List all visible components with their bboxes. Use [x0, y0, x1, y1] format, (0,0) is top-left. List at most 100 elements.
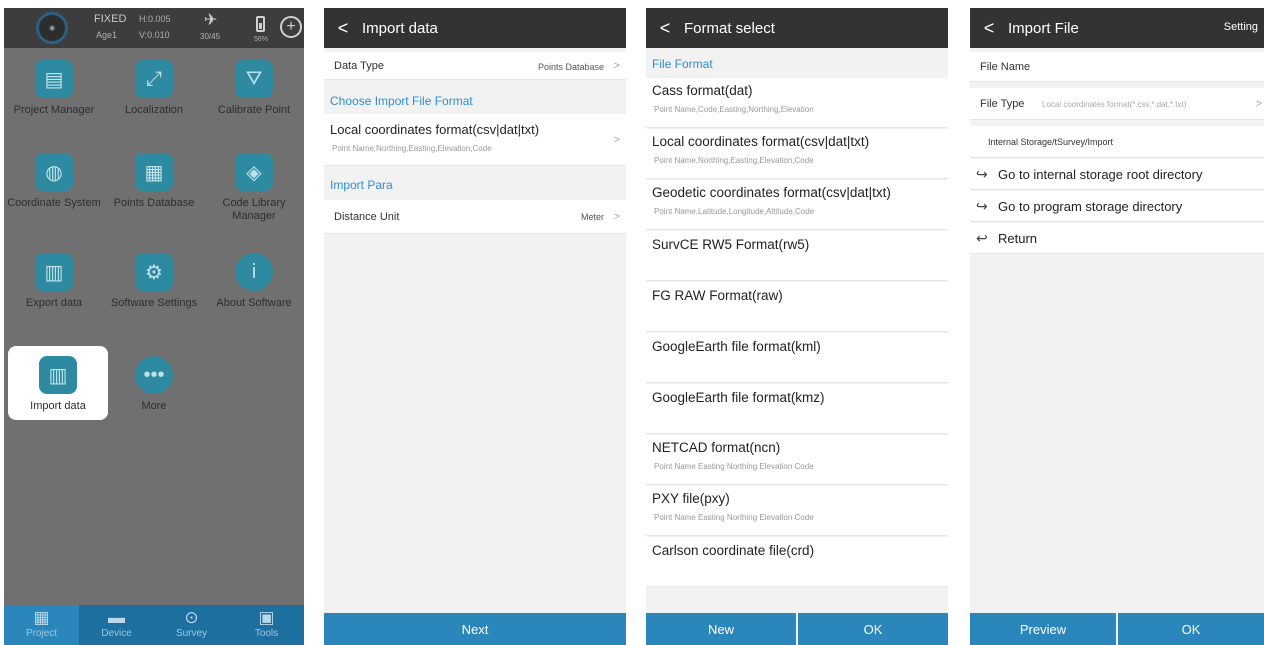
database-search-icon: ▦: [135, 153, 173, 191]
info-icon: i: [235, 253, 273, 291]
tile-localization[interactable]: ⤢ Localization: [104, 60, 204, 117]
format-item[interactable]: GoogleEarth file format(kml): [646, 333, 948, 383]
nav-tools[interactable]: ▣ Tools: [229, 605, 304, 645]
nav-device[interactable]: ▬ Device: [79, 605, 154, 645]
distance-unit-row[interactable]: Distance Unit Meter >: [324, 200, 626, 234]
tile-export-data[interactable]: ▥ Export data: [4, 253, 104, 310]
format-section-header: Choose Import File Format: [330, 94, 473, 108]
receiver-icon: ▬: [108, 608, 125, 627]
new-button[interactable]: New: [646, 613, 796, 645]
settings-button[interactable]: Setting: [1224, 21, 1258, 33]
format-item[interactable]: FG RAW Format(raw): [646, 282, 948, 332]
nav-survey[interactable]: ⊙ Survey: [154, 605, 229, 645]
ok-button[interactable]: OK: [1118, 613, 1264, 645]
data-type-row[interactable]: Data Type Points Database >: [324, 52, 626, 80]
format-item[interactable]: GoogleEarth file format(kmz): [646, 384, 948, 434]
tile-coordinate-system[interactable]: ◍ Coordinate System: [4, 153, 104, 210]
tile-project-manager[interactable]: ▤ Project Manager: [4, 60, 104, 117]
import-chart-icon: ▥: [39, 356, 77, 394]
format-item[interactable]: NETCAD format(ncn) Point Name Easting No…: [646, 435, 948, 485]
format-select-screen: < Format select File Format Cass format(…: [646, 8, 948, 645]
back-icon[interactable]: <: [646, 18, 684, 39]
format-item[interactable]: Geodetic coordinates format(csv|dat|txt)…: [646, 180, 948, 230]
format-item-sub: Point Name Easting Northing Elevation Co…: [654, 462, 814, 471]
page-title: Import data: [362, 19, 438, 37]
tripod-icon: ⛛: [235, 60, 273, 98]
tile-more[interactable]: ••• More: [104, 356, 204, 413]
data-type-label: Data Type: [334, 60, 384, 72]
nav-row-label: Go to internal storage root directory: [998, 166, 1203, 182]
format-item-title: FG RAW Format(raw): [652, 288, 783, 303]
chevron-right-icon: >: [613, 134, 620, 146]
format-item[interactable]: Local coordinates format(csv|dat|txt) Po…: [646, 129, 948, 179]
satellite-icon[interactable]: ✈: [204, 10, 217, 30]
format-item-title: Carlson coordinate file(crd): [652, 543, 815, 558]
chevron-right-icon: >: [613, 211, 620, 223]
tile-software-settings[interactable]: ⚙ Software Settings: [104, 253, 204, 310]
back-icon[interactable]: <: [970, 18, 1008, 39]
button-bar: Next: [324, 613, 626, 645]
format-item[interactable]: PXY file(pxy) Point Name Easting Northin…: [646, 486, 948, 536]
ok-button[interactable]: OK: [798, 613, 948, 645]
file-type-row[interactable]: File Type Local coordinates format(*.csv…: [970, 88, 1264, 120]
tile-label: About Software: [216, 297, 292, 309]
chevron-right-icon: >: [613, 60, 620, 72]
button-bar: New OK: [646, 613, 948, 645]
battery-icon: [256, 16, 265, 32]
distance-unit-label: Distance Unit: [334, 211, 400, 223]
return-row[interactable]: ↩ Return: [970, 223, 1264, 254]
nav-project[interactable]: ▦ Project: [4, 605, 79, 645]
format-item[interactable]: Cass format(dat) Point Name,Code,Easting…: [646, 78, 948, 128]
format-item-title: Local coordinates format(csv|dat|txt): [652, 134, 870, 149]
fix-status: FIXED: [94, 13, 127, 25]
add-icon[interactable]: +: [280, 16, 302, 38]
format-item[interactable]: SurvCE RW5 Format(rw5): [646, 231, 948, 281]
chevron-right-icon: >: [1255, 98, 1262, 110]
title-bar: < Import data: [324, 8, 626, 48]
go-internal-root-row[interactable]: ↪ Go to internal storage root directory: [970, 159, 1264, 190]
next-button[interactable]: Next: [324, 613, 626, 645]
format-item[interactable]: Carlson coordinate file(crd): [646, 537, 948, 587]
path-row: Internal Storage/tSurvey/Import: [970, 126, 1264, 158]
format-item-title: PXY file(pxy): [652, 491, 730, 506]
file-type-label: File Type: [980, 98, 1025, 110]
tile-points-database[interactable]: ▦ Points Database: [104, 153, 204, 210]
file-format-header: File Format: [652, 57, 713, 71]
return-icon: ↩: [976, 229, 988, 246]
format-item-title: Geodetic coordinates format(csv|dat|txt): [652, 185, 891, 200]
format-item-sub: Point Name,Latitude,Longitude,Altitude,C…: [654, 207, 815, 216]
globe-icon: ◍: [35, 153, 73, 191]
preview-button[interactable]: Preview: [970, 613, 1116, 645]
tile-code-library-manager[interactable]: ◈ Code Library Manager: [204, 153, 304, 223]
format-item-title: GoogleEarth file format(kmz): [652, 390, 825, 405]
tile-label: Code Library Manager: [222, 197, 286, 222]
file-type-value: Local coordinates format(*.csv,*.dat,*.t…: [1042, 100, 1187, 109]
import-file-screen: < Import File Setting File Name File Typ…: [970, 8, 1264, 645]
gears-icon: ⚙: [135, 253, 173, 291]
format-item-sub: Point Name Easting Northing Elevation Co…: [654, 513, 814, 522]
nav-label: Project: [25, 628, 58, 639]
button-bar: Preview OK: [970, 613, 1264, 645]
page-title: Format select: [684, 19, 775, 37]
tile-label: Software Settings: [110, 297, 198, 309]
tile-label: Import data: [30, 400, 86, 412]
import-para-header: Import Para: [330, 178, 393, 192]
tile-about-software[interactable]: i About Software: [204, 253, 304, 310]
tile-import-data[interactable]: ▥ Import data: [8, 346, 108, 420]
nav-label: Device: [101, 628, 132, 639]
battery-level: 56%: [254, 36, 269, 43]
format-row[interactable]: Local coordinates format(csv|dat|txt) Po…: [324, 114, 626, 166]
go-program-storage-row[interactable]: ↪ Go to program storage directory: [970, 191, 1264, 222]
format-title: Local coordinates format(csv|dat|txt): [330, 122, 540, 137]
satellite-status-icon[interactable]: ◉: [36, 12, 68, 44]
file-name-row[interactable]: File Name: [970, 52, 1264, 82]
more-dots-icon: •••: [135, 356, 173, 394]
tile-label: Coordinate System: [7, 197, 101, 209]
v-precision: V:0.010: [139, 30, 170, 40]
nav-row-label: Return: [998, 230, 1038, 246]
format-item-title: GoogleEarth file format(kml): [652, 339, 821, 354]
tile-calibrate-point[interactable]: ⛛ Calibrate Point: [204, 60, 304, 117]
back-icon[interactable]: <: [324, 18, 362, 39]
page-title: Import File: [1008, 19, 1079, 37]
satellite-count: 30/45: [200, 32, 221, 41]
